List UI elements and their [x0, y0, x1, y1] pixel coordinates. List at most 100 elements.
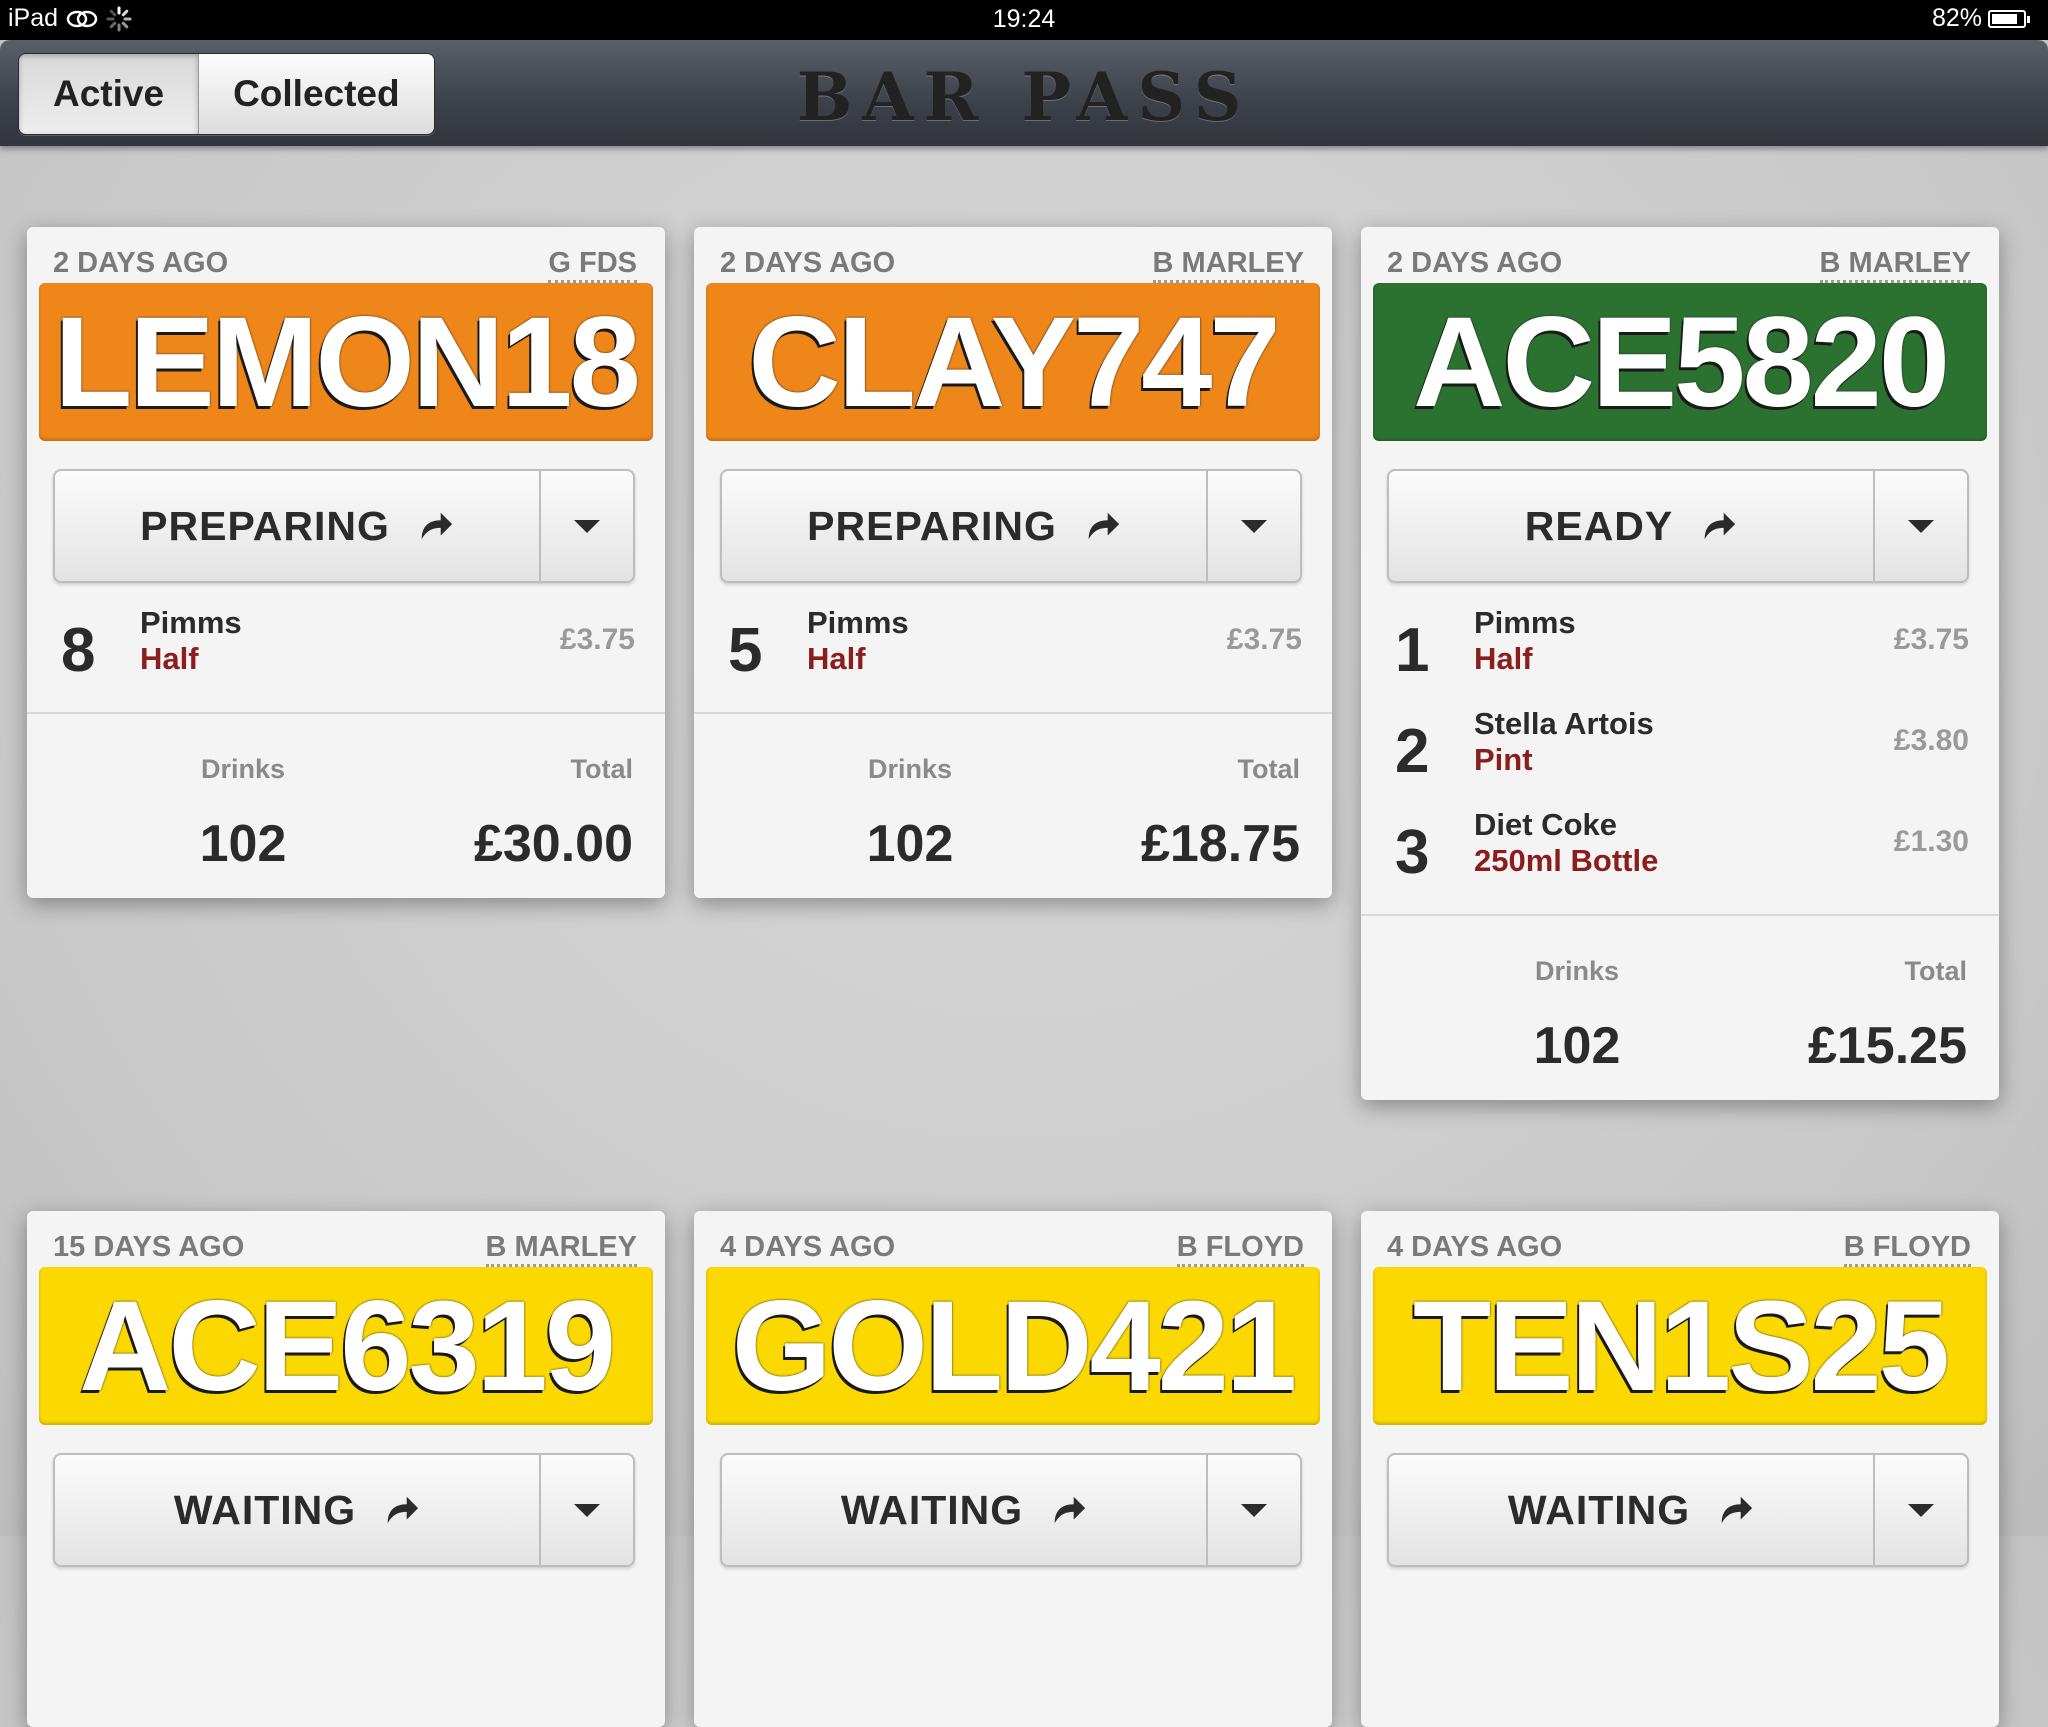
status-control: PREPARING	[720, 469, 1302, 583]
forward-arrow-icon	[416, 507, 454, 545]
order-code: CLAY747	[706, 283, 1320, 441]
list-item: 5 Pimms Half £3.75	[694, 601, 1332, 702]
app-title: BAR PASS	[796, 58, 1252, 136]
forward-arrow-icon	[382, 1491, 420, 1529]
item-name: Pimms	[140, 605, 242, 640]
total-label: Total	[570, 754, 634, 784]
drinks-label: Drinks	[200, 754, 286, 784]
status-control: WAITING	[53, 1453, 635, 1567]
status-label: PREPARING	[807, 502, 1057, 549]
item-name: Pimms	[807, 605, 909, 640]
status-dropdown-button[interactable]	[539, 1455, 633, 1565]
status-time: 19:24	[992, 5, 1056, 33]
status-dropdown-button[interactable]	[539, 471, 633, 581]
order-totals: Drinks Total 102 £30.00	[27, 714, 665, 898]
order-totals: Drinks Total 102 £15.25	[1361, 916, 1999, 1100]
forward-arrow-icon	[1699, 507, 1737, 545]
chevron-down-icon	[1908, 519, 1934, 533]
chevron-down-icon	[574, 519, 600, 533]
order-items: 8 Pimms Half £3.75	[27, 583, 665, 712]
item-price: £1.30	[1893, 825, 1969, 858]
status-label: WAITING	[1507, 1486, 1691, 1533]
order-code: ACE6319	[39, 1267, 653, 1425]
nav-bar: Active Collected BAR PASS	[0, 40, 2048, 146]
item-size: Pint	[1474, 742, 1533, 777]
order-total: £18.75	[1140, 815, 1300, 873]
order-card: 15 DAYS AGO B MARLEY ACE6319 WAITING	[27, 1211, 665, 1727]
order-card: 2 DAYS AGO B MARLEY CLAY747 PREPARING 5 Pimms…	[694, 227, 1332, 898]
item-price: £3.75	[1226, 623, 1302, 656]
item-name: Diet Coke	[1474, 807, 1617, 842]
status-label: WAITING	[173, 1486, 357, 1533]
drinks-label: Drinks	[867, 754, 953, 784]
forward-arrow-icon	[1716, 1491, 1754, 1529]
order-items: 5 Pimms Half £3.75	[694, 583, 1332, 712]
battery-percent: 82%	[1931, 4, 1982, 32]
list-item: 1 Pimms Half £3.75	[1361, 601, 1999, 702]
order-totals: Drinks Total 102 £18.75	[694, 714, 1332, 898]
item-quantity: 2	[1395, 717, 1430, 786]
advance-status-button[interactable]: PREPARING	[722, 471, 1206, 581]
order-card: 2 DAYS AGO B MARLEY ACE5820 READY 1 Pimms Half…	[1361, 227, 1999, 1100]
order-code: ACE5820	[1373, 283, 1987, 441]
order-card: 4 DAYS AGO B FLOYD GOLD421 WAITING	[694, 1211, 1332, 1727]
order-user[interactable]: B FLOYD	[1176, 1231, 1304, 1267]
item-price: £3.80	[1893, 724, 1969, 757]
total-label: Total	[1237, 754, 1301, 784]
order-card: 4 DAYS AGO B FLOYD TEN1S25 WAITING	[1361, 1211, 1999, 1727]
advance-status-button[interactable]: WAITING	[722, 1455, 1206, 1565]
status-dropdown-button[interactable]	[1206, 471, 1300, 581]
advance-status-button[interactable]: READY	[1389, 471, 1873, 581]
status-control: WAITING	[720, 1453, 1302, 1567]
item-quantity: 1	[1395, 616, 1430, 685]
advance-status-button[interactable]: PREPARING	[55, 471, 539, 581]
forward-arrow-icon	[1049, 1491, 1087, 1529]
item-name: Pimms	[1474, 605, 1576, 640]
order-time: 2 DAYS AGO	[720, 247, 896, 279]
chevron-down-icon	[1241, 1503, 1267, 1517]
chevron-down-icon	[1241, 519, 1267, 533]
order-code: GOLD421	[706, 1267, 1320, 1425]
item-price: £3.75	[559, 623, 635, 656]
total-label: Total	[1904, 956, 1968, 986]
order-total: £30.00	[473, 815, 633, 873]
chevron-down-icon	[1908, 1503, 1934, 1517]
order-time: 4 DAYS AGO	[720, 1231, 896, 1263]
order-user[interactable]: B MARLEY	[1819, 247, 1971, 283]
item-quantity: 3	[1395, 818, 1430, 887]
status-control: PREPARING	[53, 469, 635, 583]
item-size: Half	[1474, 641, 1533, 676]
list-item: 3 Diet Coke 250ml Bottle £1.30	[1361, 803, 1999, 904]
list-item: 2 Stella Artois Pint £3.80	[1361, 702, 1999, 803]
order-time: 2 DAYS AGO	[53, 247, 229, 279]
item-size: Half	[140, 641, 199, 676]
advance-status-button[interactable]: WAITING	[55, 1455, 539, 1565]
advance-status-button[interactable]: WAITING	[1389, 1455, 1873, 1565]
status-dropdown-button[interactable]	[1206, 1455, 1300, 1565]
status-dropdown-button[interactable]	[1873, 471, 1967, 581]
battery-icon	[1988, 9, 2030, 28]
status-control: WAITING	[1387, 1453, 1969, 1567]
order-time: 2 DAYS AGO	[1387, 247, 1563, 279]
order-user[interactable]: G FDS	[548, 247, 637, 283]
order-user[interactable]: B FLOYD	[1843, 1231, 1971, 1267]
order-user[interactable]: B MARLEY	[485, 1231, 637, 1267]
order-code: LEMON18	[39, 283, 653, 441]
drinks-count: 102	[199, 815, 287, 873]
item-size: 250ml Bottle	[1474, 843, 1659, 878]
item-name: Stella Artois	[1474, 706, 1654, 741]
order-time: 15 DAYS AGO	[53, 1231, 245, 1263]
status-label: READY	[1524, 502, 1674, 549]
order-user[interactable]: B MARLEY	[1152, 247, 1304, 283]
status-dropdown-button[interactable]	[1873, 1455, 1967, 1565]
status-control: READY	[1387, 469, 1969, 583]
order-code: TEN1S25	[1373, 1267, 1987, 1425]
item-quantity: 8	[61, 616, 96, 685]
forward-arrow-icon	[1083, 507, 1121, 545]
order-items: 1 Pimms Half £3.75 2 Stella Artois Pint £3.80 3 D…	[1361, 583, 1999, 914]
drinks-label: Drinks	[1534, 956, 1620, 986]
order-time: 4 DAYS AGO	[1387, 1231, 1563, 1263]
drinks-count: 102	[1533, 1017, 1621, 1075]
list-item: 8 Pimms Half £3.75	[27, 601, 665, 702]
item-price: £3.75	[1893, 623, 1969, 656]
